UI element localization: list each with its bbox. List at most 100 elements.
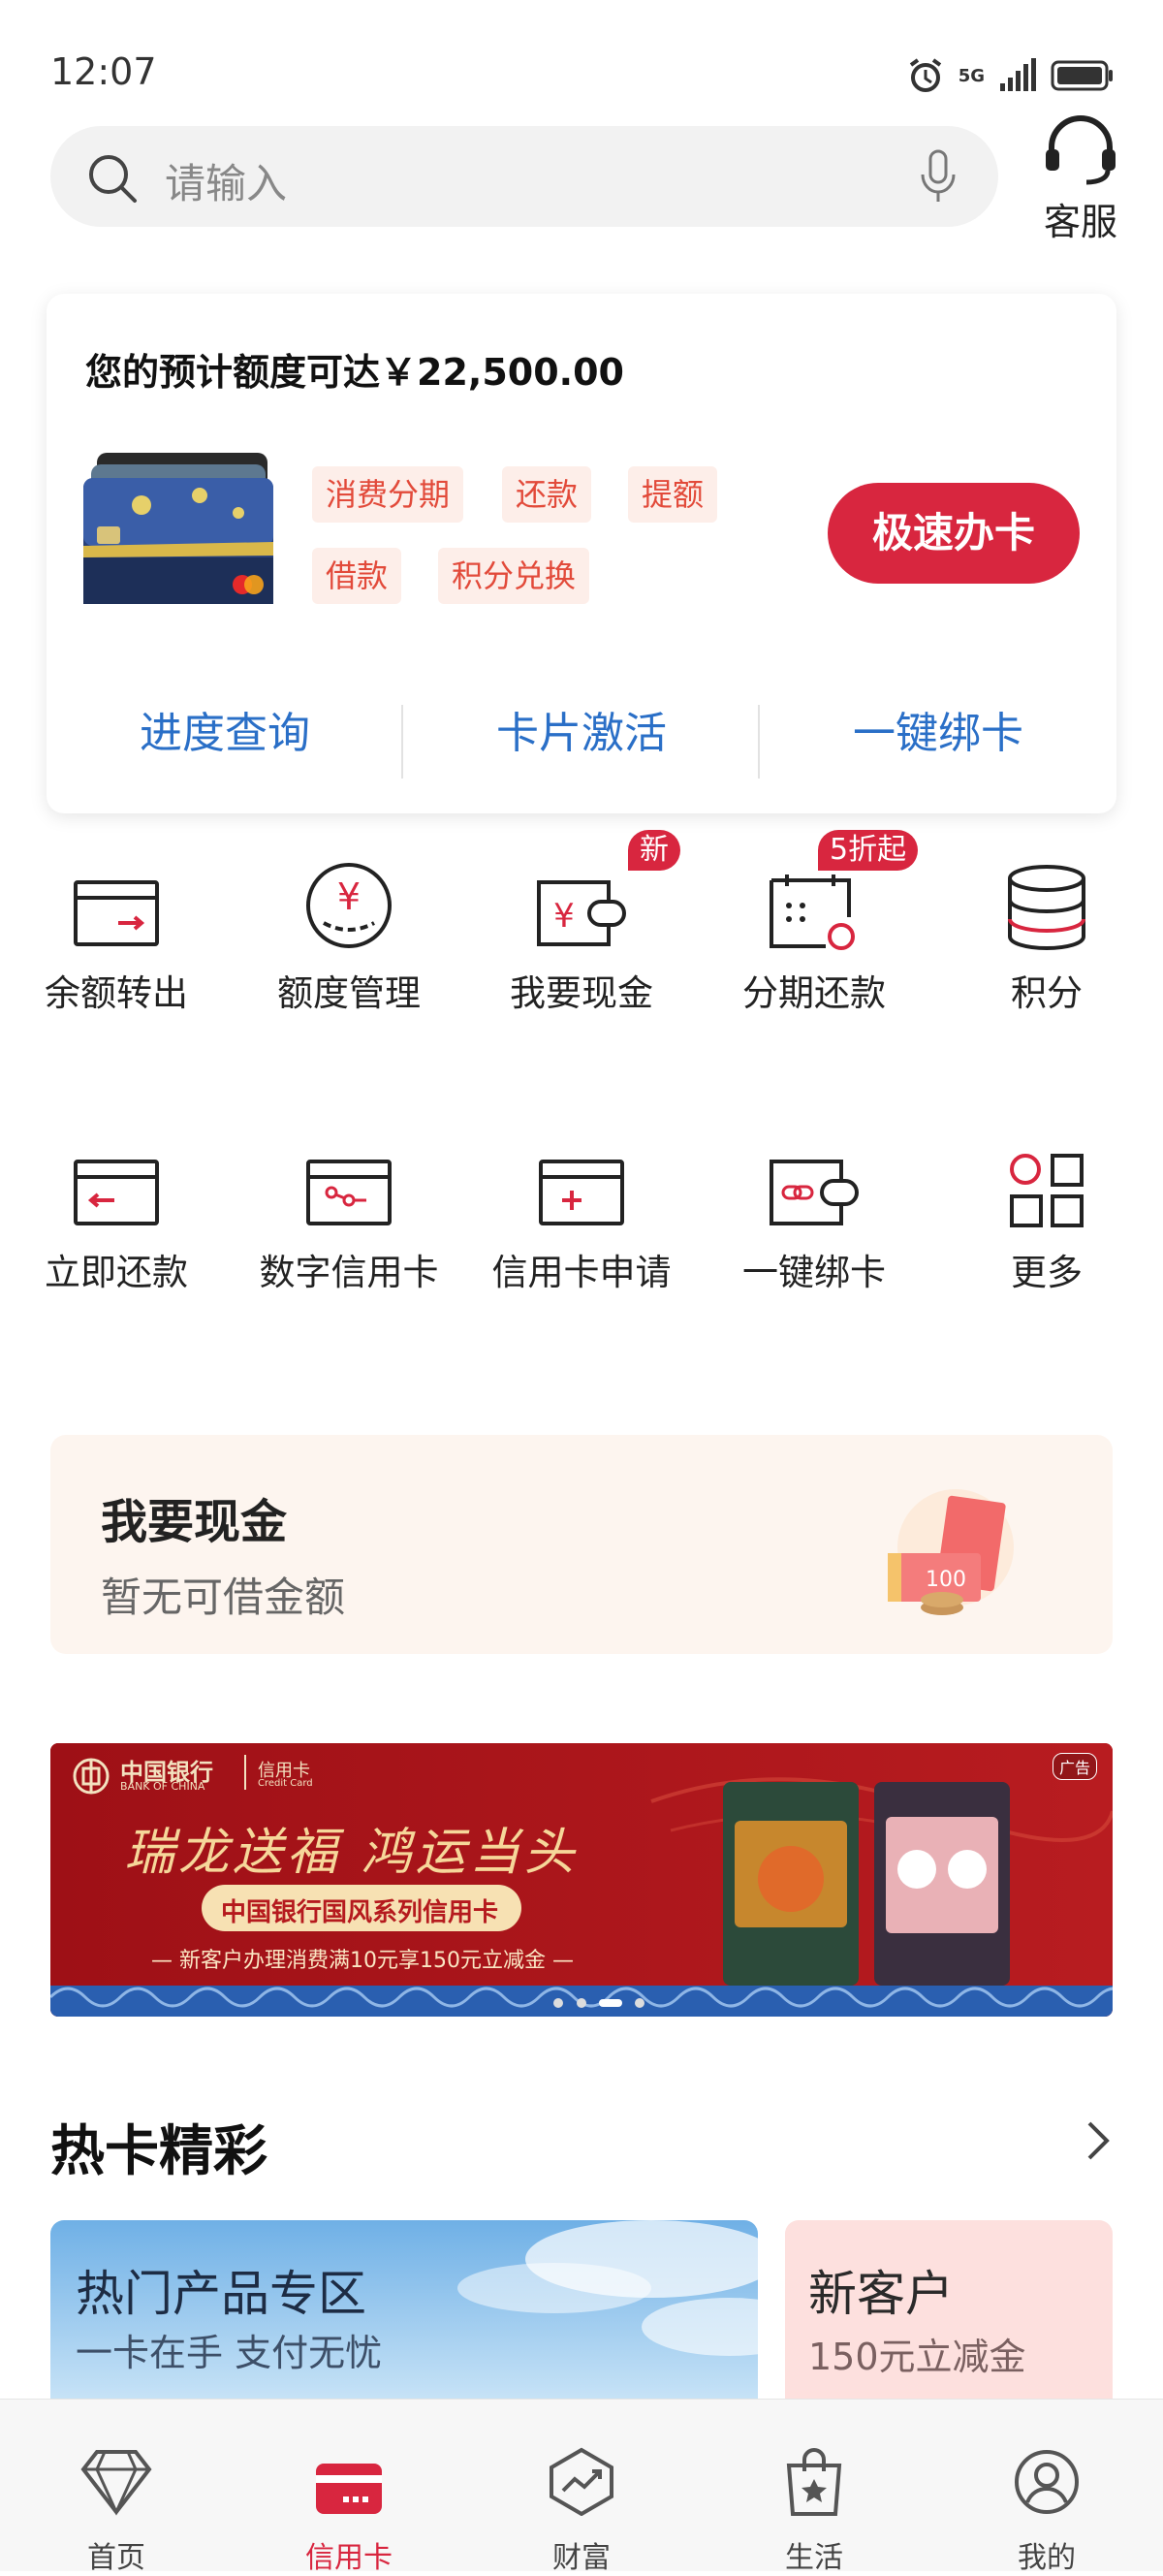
wallet-link-icon — [770, 1160, 859, 1225]
grid-item-limit-management[interactable]: ¥ 额度管理 — [233, 853, 465, 1016]
tab-mine[interactable]: 我的 — [930, 2400, 1163, 2575]
tab-wealth[interactable]: 财富 — [465, 2400, 698, 2575]
microphone-icon[interactable] — [919, 149, 958, 206]
hot-products-card[interactable]: 热门产品专区 一卡在手 支付无忧 — [50, 2220, 758, 2404]
tag-limit-increase[interactable]: 提额 — [628, 466, 718, 523]
grid-item-digital-card[interactable]: 数字信用卡 — [233, 1132, 465, 1295]
grid-item-label: 额度管理 — [277, 972, 421, 1014]
alarm-icon — [909, 58, 941, 92]
database-icon — [1008, 865, 1085, 950]
grid-item-bind-card[interactable]: 一键绑卡 — [698, 1132, 930, 1295]
battery-icon — [1051, 60, 1113, 91]
grid-item-balance-transfer[interactable]: 余额转出 — [0, 853, 233, 1016]
grid-item-points[interactable]: 积分 — [930, 853, 1163, 1016]
diamond-icon — [80, 2450, 152, 2516]
discount-badge: 5折起 — [818, 830, 919, 871]
grid-item-label: 立即还款 — [45, 1252, 188, 1293]
grid-item-label: 我要现金 — [510, 972, 653, 1014]
hot-products-title: 热门产品专区 — [76, 2266, 366, 2322]
money-stack-icon: 100 — [888, 1489, 1014, 1615]
tab-home[interactable]: 首页 — [0, 2400, 233, 2575]
hot-products-subtitle: 一卡在手 支付无忧 — [76, 2332, 383, 2374]
cash-promo-card[interactable]: 我要现金 暂无可借金额 100 — [50, 1435, 1113, 1654]
banner-offer: — 新客户办理消费满10元享150元立减金 — — [151, 1949, 574, 1973]
progress-query-link[interactable]: 进度查询 — [47, 685, 403, 782]
hot-cards-title: 热卡精彩 — [50, 2120, 267, 2183]
search-input[interactable]: 请输入 — [165, 151, 287, 210]
svg-text:100: 100 — [926, 1568, 966, 1592]
tag-points-exchange[interactable]: 积分兑换 — [438, 548, 590, 604]
new-customer-subtitle: 150元立减金 — [808, 2336, 1026, 2378]
grid-item-label: 更多 — [1011, 1252, 1083, 1293]
card-repay-icon — [74, 1160, 159, 1225]
card-activation-link[interactable]: 卡片激活 — [403, 685, 760, 782]
bottom-tab-bar: 首页 信用卡 财富 生活 我的 — [0, 2399, 1163, 2575]
tab-credit-card[interactable]: 信用卡 — [233, 2400, 465, 2575]
svg-text:¥: ¥ — [553, 897, 575, 936]
signal-icon — [1000, 58, 1036, 91]
bank-logo-icon — [73, 1758, 110, 1795]
quick-apply-button[interactable]: 极速办卡 — [828, 483, 1080, 584]
yuan-circle-icon: ¥ — [306, 863, 392, 948]
banner-subheadline: 中国银行国风系列信用卡 — [221, 1898, 499, 1927]
divider — [401, 705, 403, 779]
cash-promo-subtitle: 暂无可借金额 — [101, 1574, 346, 1621]
tab-label: 我的 — [1018, 2541, 1076, 2575]
grid-item-label: 分期还款 — [742, 972, 886, 1014]
new-customer-title: 新客户 — [808, 2266, 954, 2322]
grid-item-installment-repay[interactable]: 5折起 分期还款 — [698, 830, 930, 1016]
calendar-icon — [770, 875, 855, 950]
customer-service-label: 客服 — [1043, 201, 1117, 243]
grid-item-label: 数字信用卡 — [259, 1252, 439, 1293]
grid-item-label: 信用卡申请 — [491, 1252, 672, 1293]
banner-headline: 瑞龙送福 鸿运当头 — [124, 1824, 579, 1882]
tab-life[interactable]: 生活 — [698, 2400, 930, 2575]
grid-item-cash[interactable]: 新 ¥ 我要现金 — [465, 830, 698, 1016]
tag-installment[interactable]: 消费分期 — [312, 466, 464, 523]
status-bar: 12:07 5G — [0, 0, 1163, 116]
bank-name-en: BANK OF CHINA — [120, 1780, 205, 1793]
user-icon — [1015, 2450, 1079, 2514]
svg-text:¥: ¥ — [337, 875, 361, 918]
feature-grid-row-2: 立即还款 数字信用卡 信用卡申请 一键绑卡 更多 — [0, 1132, 1163, 1295]
status-time: 12:07 — [50, 50, 157, 93]
tag-loan[interactable]: 借款 — [312, 548, 402, 604]
estimated-limit-text: 您的预计额度可达￥22,500.00 — [85, 351, 624, 394]
new-badge: 新 — [628, 830, 680, 871]
card-image — [83, 449, 281, 614]
tab-label: 信用卡 — [305, 2541, 393, 2575]
card-add-icon — [539, 1160, 624, 1225]
grid-item-label: 一键绑卡 — [742, 1252, 886, 1293]
credit-card-icon — [316, 2464, 382, 2514]
grid-item-label: 积分 — [1011, 972, 1083, 1014]
divider — [758, 705, 760, 779]
new-customer-card[interactable]: 新客户 150元立减金 — [785, 2220, 1113, 2404]
cash-promo-title: 我要现金 — [101, 1495, 288, 1549]
tag-repayment[interactable]: 还款 — [502, 466, 592, 523]
wealth-chart-icon — [550, 2447, 613, 2516]
bind-card-link[interactable]: 一键绑卡 — [760, 685, 1116, 782]
grid-item-more[interactable]: 更多 — [930, 1132, 1163, 1295]
credit-card-panel: 您的预计额度可达￥22,500.00 消费分期 还款 提额 借款 积分兑换 极速… — [47, 294, 1116, 813]
grid-item-card-apply[interactable]: 信用卡申请 — [465, 1132, 698, 1295]
feature-grid-row-1: 余额转出 ¥ 额度管理 新 ¥ 我要现金 5折起 分期还款 积分 — [0, 830, 1163, 1016]
grid-more-icon — [1010, 1154, 1084, 1227]
shopping-bag-icon — [786, 2448, 842, 2516]
card-transfer-icon — [74, 880, 159, 946]
network-label: 5G — [958, 65, 985, 86]
promo-banner[interactable]: 中国银行 BANK OF CHINA 信用卡 Credit Card 广告 瑞龙… — [50, 1743, 1113, 2017]
chevron-right-icon[interactable] — [1085, 2119, 1113, 2162]
tab-label: 财富 — [552, 2541, 611, 2575]
grid-item-label: 余额转出 — [45, 972, 188, 1014]
digital-card-icon — [306, 1160, 392, 1225]
tab-label: 首页 — [87, 2541, 145, 2575]
card-type-en: Credit Card — [258, 1778, 313, 1789]
search-bar[interactable]: 请输入 — [50, 126, 998, 227]
customer-service-button[interactable]: 客服 — [1027, 114, 1134, 245]
grid-item-repay-now[interactable]: 立即还款 — [0, 1132, 233, 1295]
headset-icon — [1046, 115, 1116, 185]
search-icon — [89, 155, 137, 203]
tab-label: 生活 — [785, 2541, 843, 2575]
ad-label: 广告 — [1053, 1753, 1098, 1780]
wallet-yuan-icon: ¥ — [537, 880, 626, 946]
